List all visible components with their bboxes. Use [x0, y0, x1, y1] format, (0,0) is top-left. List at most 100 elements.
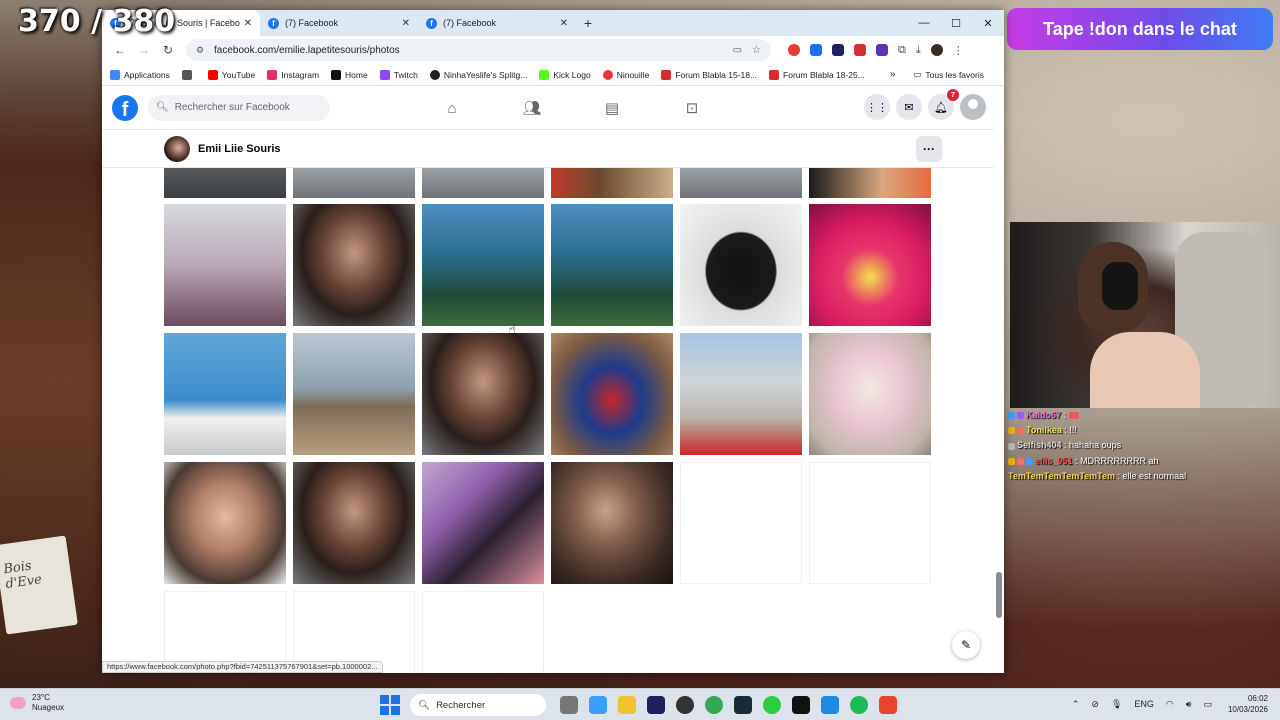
maximize-icon[interactable]: ☐: [940, 10, 972, 36]
profile-name[interactable]: Emii Liie Souris: [198, 143, 281, 155]
minimize-icon[interactable]: —: [908, 10, 940, 36]
brave-icon[interactable]: [878, 696, 897, 714]
all-bookmarks-folder[interactable]: ▭ Tous les favoris: [913, 69, 984, 80]
menu-kebab-icon[interactable]: ⋮: [953, 44, 964, 57]
bookmark-applications[interactable]: Applications: [110, 69, 170, 80]
photo-thumbnail[interactable]: [809, 333, 931, 455]
photo-thumbnail[interactable]: [164, 204, 286, 326]
facebook-main-nav: ⌂ 👥︎ ▤ ⊡: [412, 86, 732, 130]
photo-thumbnail[interactable]: [680, 168, 802, 198]
photo-thumbnail[interactable]: [551, 462, 673, 584]
photo-thumbnail[interactable]: [551, 333, 673, 455]
photo-thumbnail[interactable]: [809, 204, 931, 326]
forward-icon[interactable]: →: [132, 43, 156, 57]
photo-thumbnail[interactable]: [293, 204, 415, 326]
file-explorer-icon[interactable]: [617, 696, 636, 714]
facebook-search-input[interactable]: 🔍︎ Rechercher sur Facebook: [148, 94, 330, 121]
premiere-icon[interactable]: [646, 696, 665, 714]
windows-start-icon[interactable]: [380, 695, 400, 715]
bookmark-forum-18-25[interactable]: Forum Blabla 18-25...: [769, 69, 865, 80]
scrollbar-thumb[interactable]: [996, 572, 1002, 618]
bookmarks-overflow-icon[interactable]: »: [890, 69, 896, 80]
obs-icon[interactable]: [675, 696, 694, 714]
photo-thumbnail[interactable]: [680, 333, 802, 455]
download-icon[interactable]: ⤓: [916, 44, 921, 57]
green-app-icon[interactable]: [762, 696, 781, 714]
photo-thumbnail[interactable]: [164, 333, 286, 455]
new-tab-button[interactable]: +: [576, 10, 600, 36]
bookmark-youtube[interactable]: YouTube: [207, 69, 255, 80]
menu-grid-icon[interactable]: ⋮⋮: [864, 94, 890, 120]
profile-icon[interactable]: [930, 44, 943, 56]
bookmark-splitgate[interactable]: NinhaYeslife's Splitg...: [429, 69, 527, 80]
bookmark-grid[interactable]: [181, 69, 196, 80]
weather-widget[interactable]: 23°C Nuageux: [10, 693, 64, 713]
bookmark-home[interactable]: Home: [331, 69, 368, 80]
close-window-icon[interactable]: ✕: [972, 10, 1004, 36]
back-icon[interactable]: ←: [108, 43, 132, 57]
photo-thumbnail[interactable]: [164, 168, 286, 198]
network-off-icon[interactable]: ⊘: [1091, 699, 1099, 710]
site-info-icon[interactable]: ⚙: [196, 45, 206, 55]
photo-thumbnail[interactable]: [293, 333, 415, 455]
marketplace-icon[interactable]: ▤: [572, 86, 652, 130]
steam-icon[interactable]: [733, 696, 752, 714]
tab-facebook-2[interactable]: f (7) Facebook ✕: [260, 10, 418, 36]
language-indicator[interactable]: ENG: [1134, 699, 1154, 709]
task-view-icon[interactable]: [559, 696, 578, 714]
tiktok-icon[interactable]: [791, 696, 810, 714]
bookmark-instagram[interactable]: Instagram: [267, 69, 319, 80]
bookmark-forum-15-18[interactable]: Forum Blabla 15-18...: [661, 69, 757, 80]
photo-thumbnail[interactable]: [422, 462, 544, 584]
account-avatar[interactable]: [960, 94, 986, 120]
opera-extension-icon[interactable]: [788, 44, 800, 56]
sound-extension-icon[interactable]: [810, 44, 822, 56]
page-scrollbar[interactable]: [994, 86, 1004, 673]
photo-thumbnail[interactable]: [422, 168, 544, 198]
close-tab-icon[interactable]: ✕: [402, 18, 410, 29]
clock[interactable]: 06:02 10/03/2026: [1228, 693, 1268, 715]
bookmark-twitch[interactable]: Twitch: [379, 69, 418, 80]
close-tab-icon[interactable]: ✕: [244, 18, 252, 29]
wifi-icon[interactable]: ◠: [1166, 699, 1174, 710]
bookmark-ninouille[interactable]: Ninouille: [602, 69, 649, 80]
copilot-icon[interactable]: [588, 696, 607, 714]
dark-extension-icon[interactable]: [832, 44, 844, 56]
tab-facebook-3[interactable]: f (7) Facebook ✕: [418, 10, 576, 36]
new-message-button[interactable]: ✎: [952, 631, 980, 659]
volume-icon[interactable]: 🔊︎: [1186, 699, 1192, 710]
facebook-logo-icon[interactable]: f: [112, 94, 138, 121]
cast-icon[interactable]: ▭: [733, 45, 742, 56]
messenger-icon[interactable]: ✉: [896, 94, 922, 120]
photo-thumbnail[interactable]: [422, 333, 544, 455]
photo-thumbnail[interactable]: [293, 168, 415, 198]
photo-thumbnail[interactable]: [422, 204, 544, 326]
home-icon[interactable]: ⌂: [412, 86, 492, 130]
shield-extension-icon[interactable]: [876, 44, 888, 56]
more-options-button[interactable]: ···: [916, 136, 942, 162]
photo-thumbnail[interactable]: [551, 204, 673, 326]
photo-thumbnail[interactable]: [164, 462, 286, 584]
spotify-icon[interactable]: [849, 696, 868, 714]
reload-icon[interactable]: ↻: [156, 43, 180, 57]
friends-icon[interactable]: 👥︎: [492, 86, 572, 130]
photo-thumbnail[interactable]: [809, 168, 931, 198]
photo-thumbnail[interactable]: [680, 204, 802, 326]
bookmark-star-icon[interactable]: ☆: [752, 45, 761, 56]
puzzle-icon[interactable]: ⧉: [898, 44, 906, 57]
tray-overflow-icon[interactable]: ⌃: [1072, 699, 1080, 710]
address-bar[interactable]: ⚙ facebook.com/emilie.lapetitesouris/pho…: [186, 39, 771, 61]
photo-thumbnail[interactable]: [551, 168, 673, 198]
taskbar-search[interactable]: 🔍︎ Rechercher: [410, 694, 546, 716]
red-extension-icon[interactable]: [854, 44, 866, 56]
profile-avatar[interactable]: [164, 135, 190, 162]
blue-app-icon[interactable]: [820, 696, 839, 714]
battery-icon[interactable]: ▭: [1203, 699, 1212, 710]
gaming-icon[interactable]: ⊡: [652, 86, 732, 130]
photo-thumbnail[interactable]: [293, 462, 415, 584]
chrome-icon[interactable]: [704, 696, 723, 714]
notifications-bell-icon[interactable]: 🔔︎ 7: [928, 89, 959, 120]
microphone-icon[interactable]: 🎙︎: [1111, 699, 1122, 710]
bookmark-kick[interactable]: Kick Logo: [539, 69, 591, 80]
close-tab-icon[interactable]: ✕: [560, 18, 568, 29]
